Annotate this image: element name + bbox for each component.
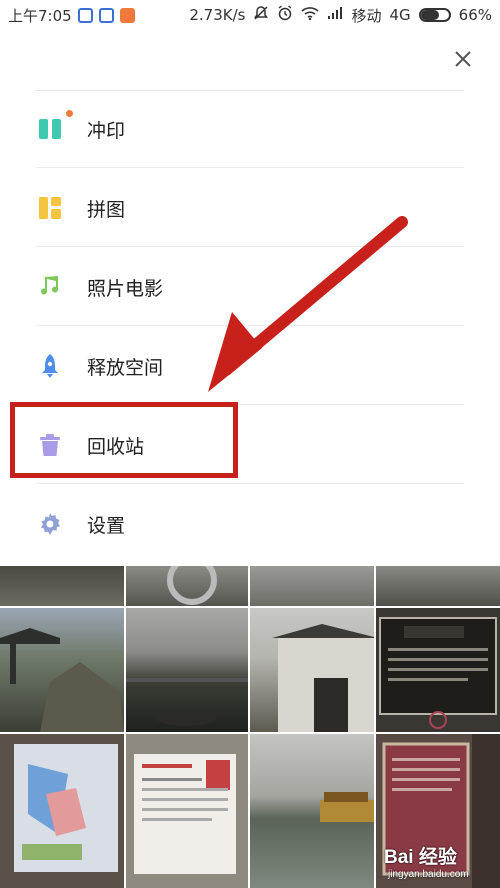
divider — [36, 325, 464, 326]
photo-thumbnail[interactable] — [376, 566, 500, 606]
photo-thumbnail[interactable] — [126, 734, 248, 888]
menu-item-settings[interactable]: 设置 — [0, 485, 500, 563]
divider — [36, 167, 464, 168]
menu-item-photo-movie[interactable]: 照片电影 — [0, 248, 500, 326]
divider — [36, 246, 464, 247]
network-speed: 2.73K/s — [189, 6, 246, 24]
app-notification-icon — [98, 7, 114, 23]
app-notification-icon — [77, 7, 93, 23]
bell-off-icon — [253, 5, 269, 25]
status-time: 上午7:05 — [8, 6, 72, 25]
carrier-name: 移动 — [351, 6, 382, 25]
photo-thumbnail[interactable] — [0, 734, 124, 888]
photo-grid — [0, 566, 500, 888]
notification-badge — [66, 110, 73, 117]
photo-thumbnail[interactable] — [250, 566, 374, 606]
menu-item-label: 照片电影 — [87, 277, 164, 300]
watermark: Bai 经验 jingyan.baidu.com — [384, 842, 494, 886]
photo-thumbnail[interactable] — [126, 608, 248, 732]
app-notification-icon — [119, 7, 135, 23]
menu-item-collage[interactable]: 拼图 — [0, 169, 500, 247]
gear-icon — [38, 512, 62, 536]
menu-item-label: 设置 — [87, 514, 126, 537]
battery-icon — [418, 8, 451, 22]
watermark-url: jingyan.baidu.com — [388, 869, 469, 880]
close-button[interactable] — [448, 44, 478, 74]
status-bar: 上午7:05 2.73K/s 移动 4G 66% — [0, 0, 500, 30]
menu-item-label: 拼图 — [87, 198, 126, 221]
photo-thumbnail[interactable] — [0, 566, 124, 606]
menu-item-print[interactable]: 冲印 — [0, 90, 500, 168]
divider — [36, 483, 464, 484]
photo-thumbnail[interactable] — [126, 566, 248, 606]
battery-percent: 66% — [458, 6, 492, 24]
menu-item-free-space[interactable]: 释放空间 — [0, 327, 500, 405]
music-note-icon — [38, 275, 62, 299]
menu-item-label: 冲印 — [87, 119, 126, 142]
rocket-icon — [38, 354, 62, 378]
photo-thumbnail[interactable] — [250, 734, 374, 888]
collage-icon — [38, 196, 62, 220]
signal-icon — [327, 6, 343, 24]
close-icon — [455, 51, 471, 67]
annotation-box — [10, 402, 238, 478]
photo-thumbnail[interactable] — [376, 608, 500, 732]
wifi-icon — [301, 6, 320, 24]
print-icon — [38, 117, 62, 141]
alarm-icon — [277, 5, 293, 25]
network-type: 4G — [389, 6, 411, 24]
photo-thumbnail[interactable] — [0, 608, 124, 732]
watermark-logo: Bai 经验 — [384, 847, 457, 868]
menu-item-label: 释放空间 — [87, 356, 164, 379]
photo-thumbnail[interactable] — [250, 608, 374, 732]
